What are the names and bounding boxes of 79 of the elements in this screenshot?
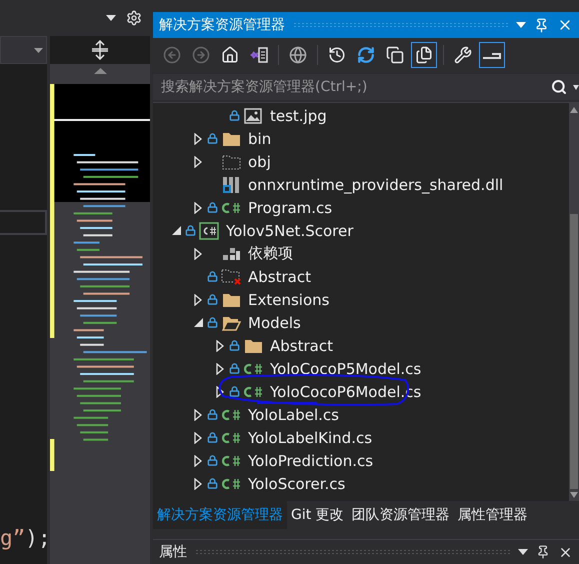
preview-icon [482, 51, 502, 59]
folder-icon [244, 338, 262, 354]
dropdown-caret-icon[interactable] [573, 84, 579, 90]
collapse-arrow-icon[interactable] [172, 226, 180, 235]
collapse-arrow-icon[interactable] [194, 318, 202, 327]
expand-arrow-icon[interactable] [194, 248, 202, 260]
csharp-file-icon [243, 362, 263, 374]
switch-views-icon [249, 46, 269, 64]
tree-item-label[interactable]: bin [248, 130, 272, 148]
open-folder-icon [222, 314, 240, 330]
preview-button[interactable] [479, 42, 505, 68]
tree-item-label[interactable]: Abstract [270, 336, 333, 354]
panel-tab[interactable]: 属性管理器 [454, 501, 532, 529]
panel-tab[interactable]: 团队资源管理器 [348, 501, 454, 529]
dashed-folder-icon [222, 154, 240, 170]
panel-tab[interactable]: Git 更改 [287, 501, 348, 529]
expand-arrow-icon[interactable] [194, 294, 202, 306]
expand-arrow-icon[interactable] [216, 362, 224, 374]
tree-item-label[interactable]: YoloCocoP5Model.cs [270, 360, 422, 378]
search-icon[interactable] [551, 79, 567, 95]
expand-arrow-icon[interactable] [194, 454, 202, 466]
show-all-files-button[interactable] [411, 42, 437, 68]
expand-arrow-icon[interactable] [194, 478, 202, 490]
panel-title: 解决方案资源管理器 [159, 16, 285, 34]
csharp-file-icon [243, 386, 263, 398]
csharp-file-icon [221, 478, 241, 490]
csharp-project-icon [199, 222, 219, 240]
expand-arrow-icon[interactable] [216, 386, 224, 398]
tree-item-label[interactable]: Yolov5Net.Scorer [226, 222, 354, 240]
tree-item-label[interactable]: Abstract [248, 268, 311, 286]
tree-item-label[interactable]: YoloLabel.cs [248, 406, 339, 424]
split-window-button[interactable] [50, 36, 150, 64]
expand-arrow-icon[interactable] [194, 132, 202, 144]
scrollbar[interactable] [569, 103, 579, 501]
dropdown-caret-icon[interactable] [34, 48, 43, 52]
tree-item-label[interactable]: Extensions [248, 290, 330, 308]
csharp-file-icon [221, 202, 241, 214]
expand-arrow-icon[interactable] [216, 340, 224, 352]
search-field[interactable]: 搜索解决方案资源管理器(Ctrl+;) [159, 78, 545, 96]
expand-arrow-icon[interactable] [194, 432, 202, 444]
tree-item-label[interactable]: obj [248, 152, 271, 170]
expand-arrow-icon[interactable] [194, 156, 202, 168]
house-icon [221, 46, 239, 64]
tree-item-label[interactable]: YoloPrediction.cs [248, 452, 374, 470]
dropdown-field[interactable] [0, 36, 47, 64]
panel-title: 属性 [159, 543, 187, 561]
tree-item-label[interactable]: test.jpg [270, 106, 327, 124]
split-icon [90, 40, 110, 60]
csharp-file-icon [221, 408, 241, 420]
pin-icon[interactable] [534, 18, 549, 32]
expand-arrow-icon[interactable] [194, 408, 202, 420]
tree-item-label[interactable]: Program.cs [248, 198, 332, 216]
code-line: g”); [0, 526, 47, 550]
search-box[interactable]: 搜索解决方案资源管理器(Ctrl+;) [153, 74, 579, 100]
tree-item-label[interactable]: Models [248, 314, 301, 332]
tree-item-label[interactable]: YoloScorer.cs [248, 474, 346, 492]
history-icon [328, 46, 346, 64]
csharp-file-icon [221, 454, 241, 466]
scroll-down-icon[interactable] [570, 492, 578, 498]
library-icon [222, 176, 240, 194]
folder-icon [222, 292, 240, 308]
expand-arrow-icon[interactable] [194, 202, 202, 214]
dropdown-caret-icon[interactable] [106, 15, 116, 21]
input-field[interactable] [0, 210, 47, 235]
minimap-drawing[interactable] [50, 64, 150, 564]
tree-item-label[interactable]: YoloLabelKind.cs [248, 428, 372, 446]
csharp-file-icon [221, 432, 241, 444]
tree-item-label[interactable]: 依赖项 [248, 244, 293, 263]
image-icon [244, 108, 262, 124]
scroll-up-icon[interactable] [570, 107, 578, 113]
missing-folder-icon [221, 268, 241, 285]
tree-item-label[interactable]: onnxruntime_providers_shared.dll [248, 176, 504, 194]
settings-icon[interactable] [126, 10, 142, 26]
folder-icon [222, 130, 240, 146]
dependencies-icon [222, 246, 240, 260]
dropdown-caret-icon[interactable] [518, 549, 528, 555]
panel-tab[interactable]: 解决方案资源管理器 [153, 501, 287, 529]
pin-icon[interactable] [536, 545, 550, 559]
dropdown-caret-icon[interactable] [516, 22, 526, 28]
